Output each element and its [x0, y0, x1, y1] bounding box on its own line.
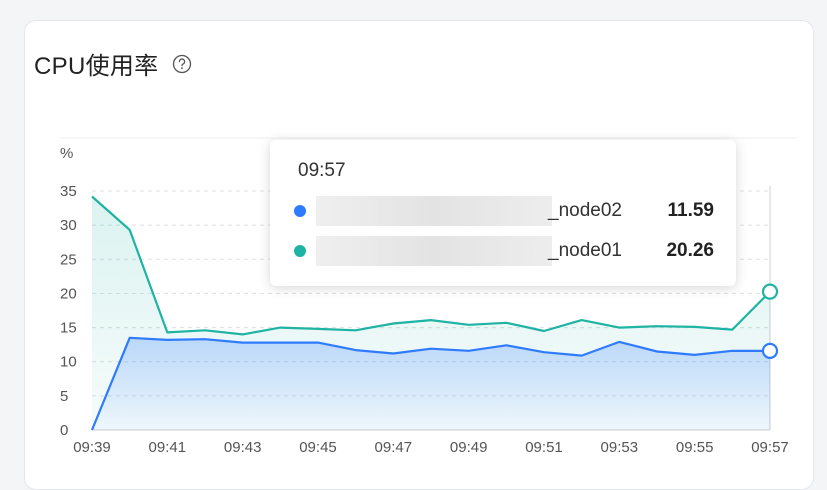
- tooltip-row-node02: _node02 11.59: [294, 196, 714, 226]
- x-tick-label: 09:41: [149, 439, 187, 456]
- x-tick-label: 09:55: [676, 439, 714, 456]
- chart-tooltip: 09:57 _node02 11.59 _node01 20.26: [270, 140, 736, 286]
- tooltip-series-value: 11.59: [667, 200, 715, 221]
- tooltip-series-value: 20.26: [666, 240, 714, 261]
- x-tick-label: 09:57: [751, 439, 789, 456]
- x-tick-label: 09:51: [525, 439, 563, 456]
- series-color-dot: [294, 205, 306, 217]
- redacted-host-name: [316, 196, 552, 226]
- x-tick-label: 09:47: [375, 439, 413, 456]
- hover-point-node01: [761, 283, 779, 300]
- x-tick-label: 09:49: [450, 439, 488, 456]
- x-tick-label: 09:45: [299, 439, 337, 456]
- x-tick-label: 09:53: [601, 439, 639, 456]
- y-tick-label: 30: [60, 217, 77, 234]
- y-tick-label: 20: [60, 285, 77, 302]
- y-tick-label: 15: [60, 320, 77, 337]
- y-tick-label: 0: [60, 422, 68, 439]
- tooltip-series-name: _node02: [548, 200, 622, 221]
- tooltip-row-node01: _node01 20.26: [294, 236, 714, 266]
- redacted-host-name: [316, 236, 552, 266]
- series-color-dot: [294, 245, 306, 257]
- y-tick-label: 5: [60, 388, 68, 405]
- hover-point-node02: [761, 342, 779, 359]
- y-tick-label: 10: [60, 354, 77, 371]
- tooltip-series-name: _node01: [548, 240, 622, 261]
- x-tick-label: 09:39: [73, 439, 111, 456]
- y-tick-label: 25: [60, 251, 77, 268]
- x-tick-label: 09:43: [224, 439, 262, 456]
- y-axis-unit: %: [60, 145, 73, 162]
- tooltip-time: 09:57: [298, 160, 346, 181]
- y-tick-label: 35: [60, 183, 77, 200]
